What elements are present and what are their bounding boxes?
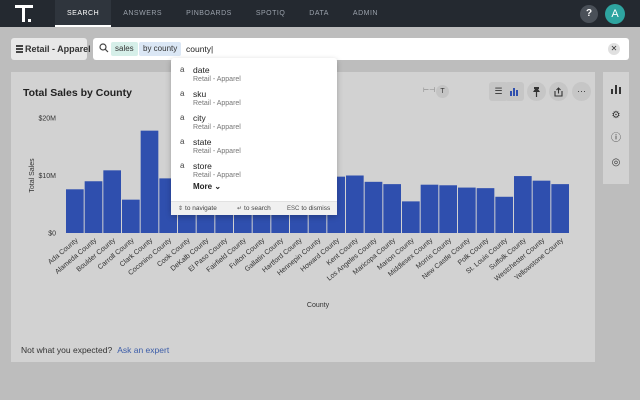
search-input[interactable]: county| bbox=[186, 42, 213, 56]
suggestion-source: Retail - Apparel bbox=[193, 100, 241, 107]
search-icon bbox=[99, 43, 109, 56]
chevron-down-icon: ⌄ bbox=[214, 182, 222, 191]
logo-icon[interactable] bbox=[14, 4, 34, 24]
attribute-type-icon: a bbox=[180, 65, 185, 74]
tab-search[interactable]: SEARCH bbox=[55, 0, 112, 27]
bar[interactable] bbox=[458, 187, 476, 233]
suggestion-source: Retail - Apparel bbox=[193, 172, 241, 179]
search-hint: ↵ to search bbox=[237, 202, 271, 216]
suggestion-source: Retail - Apparel bbox=[193, 124, 241, 131]
navigate-hint-text: to navigate bbox=[185, 205, 217, 212]
tab-pinboards[interactable]: PINBOARDS bbox=[174, 0, 244, 27]
tab-data[interactable]: DATA bbox=[297, 0, 341, 27]
search-token-sales[interactable]: sales bbox=[111, 42, 138, 56]
tab-answers[interactable]: ANSWERS bbox=[111, 0, 174, 27]
nav-tabs: SEARCH ANSWERS PINBOARDS SPOTIQ DATA ADM… bbox=[55, 0, 390, 27]
dropdown-hints: ⇕ to navigate ↵ to search ESC to dismiss bbox=[171, 201, 337, 215]
bar[interactable] bbox=[551, 184, 569, 233]
tab-admin[interactable]: ADMIN bbox=[341, 0, 390, 27]
feedback-icon[interactable]: ◎ bbox=[609, 156, 623, 170]
chart-title: Total Sales by County bbox=[23, 87, 132, 99]
dismiss-hint: ESC to dismiss bbox=[287, 202, 330, 216]
suggestion-item[interactable]: a store Retail - Apparel bbox=[171, 158, 337, 182]
suggestion-name: sku bbox=[193, 89, 207, 99]
y-tick-label: $20M bbox=[38, 116, 56, 123]
table-icon bbox=[16, 39, 23, 61]
search-query-text: county bbox=[186, 44, 212, 54]
bar[interactable] bbox=[476, 188, 495, 233]
suggestion-item[interactable]: a sku Retail - Apparel bbox=[171, 86, 337, 110]
info-icon[interactable]: ⓘ bbox=[609, 132, 623, 146]
clear-search-button[interactable]: ✕ bbox=[608, 43, 620, 55]
bar[interactable] bbox=[514, 176, 532, 233]
bar[interactable] bbox=[364, 181, 383, 233]
y-tick-label: $0 bbox=[48, 231, 56, 238]
suggestion-item[interactable]: a city Retail - Apparel bbox=[171, 110, 337, 134]
pin-button[interactable] bbox=[527, 82, 546, 101]
bar[interactable] bbox=[383, 184, 401, 233]
suggestions-dropdown: a date Retail - Apparel a sku Retail - A… bbox=[171, 58, 337, 215]
feedback-prompt: Not what you expected? Ask an expert bbox=[21, 345, 169, 355]
bar[interactable] bbox=[532, 180, 551, 233]
chart-view-button[interactable] bbox=[505, 82, 524, 101]
suggestion-source: Retail - Apparel bbox=[193, 76, 241, 83]
gear-icon[interactable]: ⚙ bbox=[609, 109, 623, 123]
bar[interactable] bbox=[439, 185, 457, 233]
more-options-button[interactable]: ··· bbox=[572, 82, 591, 101]
bar[interactable] bbox=[66, 189, 84, 233]
tab-spotiq[interactable]: SPOTIQ bbox=[244, 0, 297, 27]
suggestion-item[interactable]: a state Retail - Apparel bbox=[171, 134, 337, 158]
text-toggle-button[interactable]: T bbox=[436, 85, 449, 98]
bar[interactable] bbox=[103, 170, 121, 233]
enter-key-icon: ↵ bbox=[237, 206, 243, 212]
suggestion-item[interactable]: a date Retail - Apparel bbox=[171, 62, 337, 86]
suggestion-source: Retail - Apparel bbox=[193, 148, 241, 155]
attribute-type-icon: a bbox=[180, 89, 185, 98]
bar[interactable] bbox=[84, 181, 103, 233]
data-source-button[interactable]: Retail - Apparel bbox=[11, 38, 91, 61]
ask-expert-link[interactable]: Ask an expert bbox=[117, 345, 169, 355]
more-label: More bbox=[193, 182, 213, 191]
chart-config-icon[interactable] bbox=[609, 84, 623, 98]
resize-icon[interactable]: ⊢⊣ bbox=[423, 86, 435, 94]
suggestion-name: city bbox=[193, 113, 206, 123]
help-button[interactable]: ? bbox=[580, 5, 598, 23]
dismiss-hint-text: to dismiss bbox=[301, 205, 331, 212]
suggestion-name: date bbox=[193, 65, 210, 75]
bar[interactable] bbox=[402, 201, 420, 233]
search-token-by-county[interactable]: by county bbox=[139, 42, 182, 56]
more-suggestions-button[interactable]: More ⌄ bbox=[193, 182, 221, 191]
search-bar[interactable]: sales by county county| ✕ bbox=[93, 38, 629, 60]
attribute-type-icon: a bbox=[180, 137, 185, 146]
bar[interactable] bbox=[346, 175, 364, 234]
bar[interactable] bbox=[122, 199, 140, 233]
esc-key: ESC bbox=[287, 206, 300, 212]
data-source-label: Retail - Apparel bbox=[25, 44, 91, 54]
y-axis-title: Total Sales bbox=[29, 158, 36, 193]
attribute-type-icon: a bbox=[180, 161, 185, 170]
bar[interactable] bbox=[140, 130, 159, 233]
navigate-hint: ⇕ to navigate bbox=[178, 202, 217, 216]
suggestion-name: store bbox=[193, 161, 212, 171]
y-tick-label: $10M bbox=[38, 173, 56, 180]
up-down-arrows-icon: ⇕ bbox=[178, 206, 184, 212]
bar[interactable] bbox=[495, 196, 513, 233]
share-button[interactable] bbox=[549, 82, 568, 101]
search-hint-text: to search bbox=[244, 205, 271, 212]
suggestion-name: state bbox=[193, 137, 212, 147]
attribute-type-icon: a bbox=[180, 113, 185, 122]
bar[interactable] bbox=[420, 184, 439, 233]
x-axis-title: County bbox=[307, 302, 330, 309]
avatar[interactable]: A bbox=[605, 4, 625, 24]
top-nav: SEARCH ANSWERS PINBOARDS SPOTIQ DATA ADM… bbox=[0, 0, 640, 27]
right-rail: ⚙ ⓘ ◎ bbox=[603, 72, 629, 184]
feedback-text: Not what you expected? bbox=[21, 345, 113, 355]
